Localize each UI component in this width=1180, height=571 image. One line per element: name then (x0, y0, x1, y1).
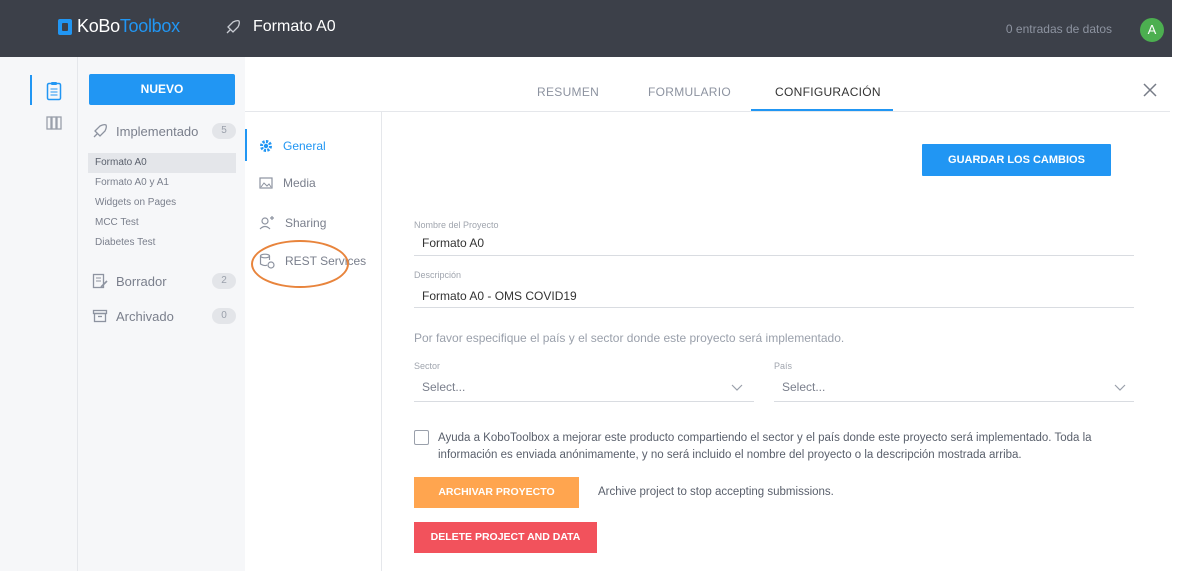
project-title: Formato A0 (225, 18, 336, 36)
logo-mark (58, 18, 72, 35)
category-borrador[interactable]: Borrador 2 (92, 273, 236, 289)
project-item-formato-a0[interactable]: Formato A0 (88, 153, 236, 173)
tab-formulario[interactable]: FORMULARIO (648, 85, 731, 99)
project-item-widgets[interactable]: Widgets on Pages (88, 193, 236, 213)
rail-active-indicator (30, 75, 32, 105)
projects-drawer: NUEVO Implementado 5 Formato A0 Formato … (78, 57, 245, 571)
subnav-sharing[interactable]: Sharing (259, 215, 326, 231)
library-icon[interactable] (46, 115, 62, 131)
project-title-text: Formato A0 (253, 18, 336, 35)
logo-text-kobo: KoBo (77, 16, 120, 36)
country-sector-hint: Por favor especifique el país y el secto… (414, 331, 845, 345)
category-count-badge: 5 (212, 123, 236, 139)
chevron-down-icon (1114, 384, 1126, 391)
project-list: Formato A0 Formato A0 y A1 Widgets on Pa… (88, 153, 236, 253)
project-item-mcc-test[interactable]: MCC Test (88, 213, 236, 233)
category-label: Implementado (116, 123, 199, 139)
description-input[interactable]: Formato A0 - OMS COVID19 (422, 289, 577, 303)
project-name-label: Nombre del Proyecto (414, 220, 499, 230)
top-bar: KoBo Toolbox Formato A0 0 entradas de dat… (0, 0, 1172, 57)
rocket-icon (93, 124, 107, 138)
category-label: Borrador (116, 273, 167, 289)
general-settings: GUARDAR LOS CAMBIOS Nombre del Proyecto … (382, 112, 1170, 571)
avatar[interactable]: A (1140, 18, 1164, 42)
subnav-general[interactable]: General (259, 139, 326, 153)
archive-icon (92, 309, 108, 323)
sector-select-value: Select... (422, 380, 466, 394)
subnav-media[interactable]: Media (259, 176, 316, 190)
category-label: Archivado (116, 308, 174, 324)
icon-rail (0, 57, 78, 571)
category-count-badge: 0 (212, 308, 236, 324)
tab-configuracion[interactable]: CONFIGURACIÓN (775, 85, 881, 99)
add-user-icon (259, 216, 274, 230)
consent-text: Ayuda a KoboToolbox a mejorar este produ… (438, 432, 1092, 461)
new-project-button[interactable]: NUEVO (89, 74, 235, 105)
category-implementado[interactable]: Implementado 5 (92, 123, 236, 139)
annotation-circle (251, 240, 349, 288)
rocket-icon (226, 20, 240, 34)
description-underline (414, 307, 1134, 308)
delete-project-button[interactable]: DELETE PROJECT AND DATA (414, 522, 597, 553)
entries-count: 0 entradas de datos (1005, 22, 1112, 36)
category-count-badge: 2 (212, 273, 236, 289)
project-item-formato-a0-a1[interactable]: Formato A0 y A1 (88, 173, 236, 193)
subnav-label: General (283, 139, 326, 153)
consent-checkbox[interactable] (414, 430, 429, 445)
project-name-input[interactable]: Formato A0 (422, 236, 484, 250)
gear-icon (260, 140, 272, 152)
tab-resumen[interactable]: RESUMEN (537, 85, 599, 99)
archive-note: Archive project to stop accepting submis… (598, 486, 834, 498)
category-archivado[interactable]: Archivado 0 (92, 308, 236, 324)
project-panel: RESUMEN FORMULARIO CONFIGURACIÓN General… (245, 73, 1170, 571)
country-underline (774, 401, 1134, 402)
tab-bar: RESUMEN FORMULARIO CONFIGURACIÓN (245, 73, 1170, 112)
subnav-active-indicator (245, 129, 247, 161)
logo-text-toolbox: Toolbox (119, 16, 180, 36)
sector-underline (414, 401, 754, 402)
media-icon (259, 177, 273, 189)
close-icon[interactable] (1142, 82, 1158, 98)
subnav-label: Media (283, 176, 316, 190)
project-name-underline (414, 255, 1134, 256)
save-changes-button[interactable]: GUARDAR LOS CAMBIOS (922, 144, 1111, 176)
chevron-down-icon (731, 384, 743, 391)
settings-subnav: General Media Sharing REST Services (245, 112, 382, 571)
forms-icon[interactable] (46, 81, 62, 101)
subnav-label: Sharing (285, 216, 327, 230)
archive-project-button[interactable]: ARCHIVAR PROYECTO (414, 477, 579, 508)
description-label: Descripción (414, 270, 462, 280)
draft-icon (92, 273, 108, 289)
kobotoolbox-logo[interactable]: KoBo Toolbox (58, 16, 180, 37)
project-item-diabetes-test[interactable]: Diabetes Test (88, 233, 236, 253)
active-tab-indicator (751, 109, 893, 111)
country-select-value: Select... (782, 380, 826, 394)
sector-label: Sector (414, 361, 441, 371)
country-label: País (774, 361, 793, 371)
